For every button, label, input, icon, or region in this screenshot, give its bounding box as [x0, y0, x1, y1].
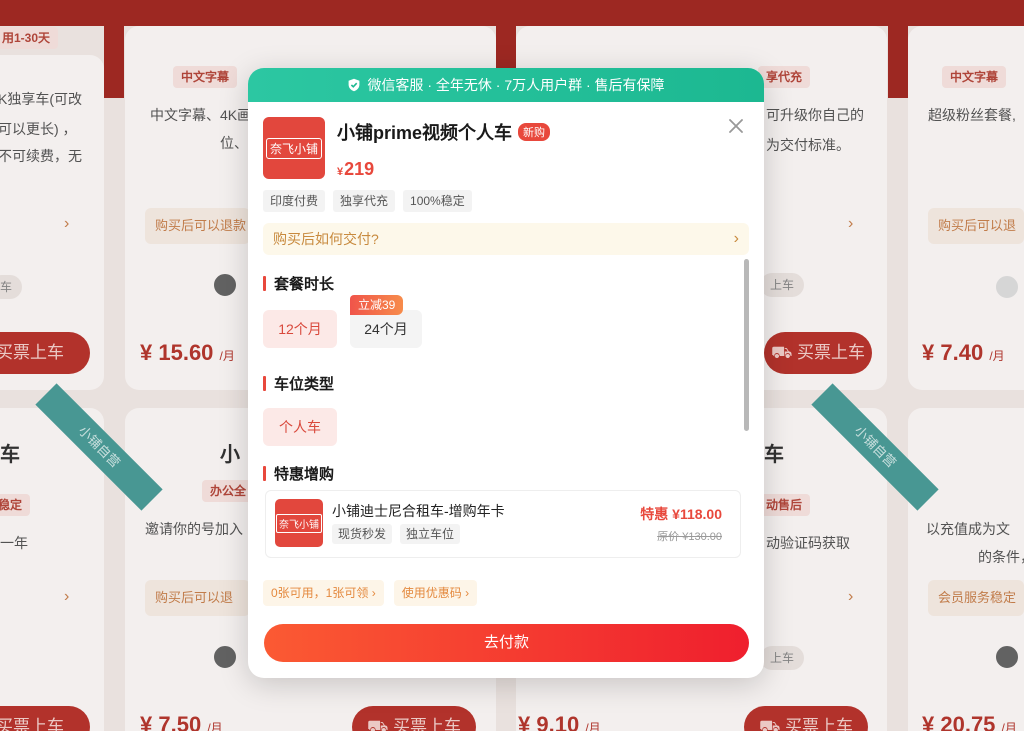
- product-title: 小铺prime视频个人车: [337, 123, 513, 143]
- addon-logo: 奈飞小铺: [275, 499, 323, 547]
- feature-tag: 100%稳定: [403, 190, 472, 212]
- purchase-modal: 微信客服 · 全年无休 · 7万人用户群 · 售后有保障 奈飞小铺 小铺prim…: [248, 68, 764, 678]
- chevron-right-icon: ›: [465, 586, 470, 600]
- addon-tag: 现货秒发: [332, 524, 393, 544]
- duration-option-12[interactable]: 12个月: [263, 310, 337, 348]
- addon-tags: 现货秒发 独立车位: [332, 524, 461, 544]
- coupon-available-button[interactable]: 0张可用，1张可领 ›: [263, 580, 384, 606]
- pay-button[interactable]: 去付款: [264, 624, 749, 662]
- addon-tag: 独立车位: [400, 524, 461, 544]
- product-price: ¥219: [337, 159, 375, 179]
- addon-name: 小铺迪士尼合租车-增购年卡: [332, 503, 505, 519]
- section-title-duration: 套餐时长: [263, 273, 334, 294]
- coupon-row: 0张可用，1张可领 › 使用优惠码 ›: [263, 580, 478, 606]
- feature-tag: 独享代充: [333, 190, 396, 212]
- addon-card[interactable]: 奈飞小铺 小铺迪士尼合租车-增购年卡 现货秒发 独立车位 特惠 ¥118.00 …: [265, 490, 741, 558]
- close-icon[interactable]: [726, 116, 746, 136]
- addon-original-price: 原价 ¥130.00: [657, 531, 722, 543]
- product-header: 奈飞小铺 小铺prime视频个人车 新购 ¥219: [263, 117, 551, 180]
- section-title-addon: 特惠增购: [263, 463, 334, 484]
- product-logo: 奈飞小铺: [263, 117, 325, 179]
- seat-option-personal[interactable]: 个人车: [263, 408, 337, 446]
- duration-option-24[interactable]: 24个月: [350, 310, 422, 348]
- shield-check-icon: [349, 78, 360, 92]
- addon-price: 特惠 ¥118.00: [640, 506, 722, 522]
- scrollbar[interactable]: [744, 259, 749, 431]
- delivery-info-link[interactable]: 购买后如何交付? ›: [263, 223, 749, 255]
- options-scroll-area[interactable]: 套餐时长 12个月 24个月 立减39 车位类型 个人车 特惠增购 奈飞小铺 小…: [248, 258, 764, 568]
- discount-badge: 立减39: [350, 295, 404, 315]
- feature-tags: 印度付费 独享代充 100%稳定: [263, 190, 472, 212]
- section-title-seat-type: 车位类型: [263, 373, 334, 394]
- new-purchase-badge: 新购: [518, 123, 551, 141]
- delivery-label: 购买后如何交付?: [273, 231, 379, 247]
- feature-tag: 印度付费: [263, 190, 326, 212]
- logo-text: 奈飞小铺: [276, 513, 322, 533]
- banner-text: 微信客服 · 全年无休 · 7万人用户群 · 售后有保障: [367, 77, 665, 93]
- chevron-right-icon: ›: [733, 230, 739, 247]
- service-banner: 微信客服 · 全年无休 · 7万人用户群 · 售后有保障: [248, 68, 764, 102]
- chevron-right-icon: ›: [371, 586, 376, 600]
- use-promo-code-button[interactable]: 使用优惠码 ›: [393, 580, 478, 606]
- logo-text: 奈飞小铺: [265, 137, 322, 159]
